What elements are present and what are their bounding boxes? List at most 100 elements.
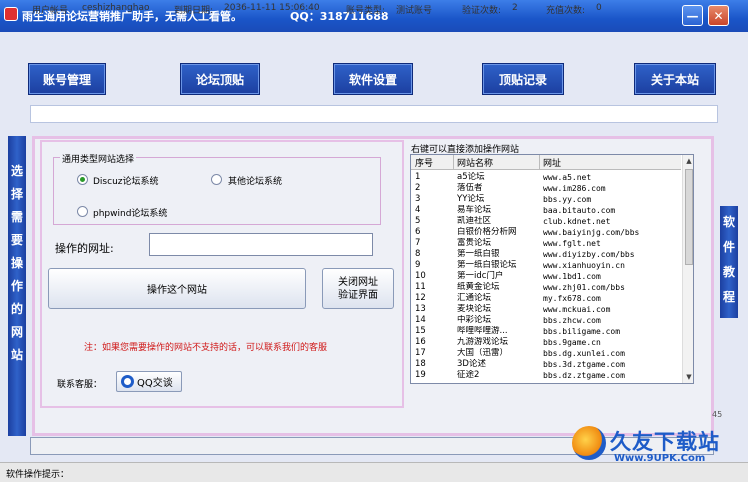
column-header-no[interactable]: 序号 — [415, 156, 433, 169]
table-row[interactable]: 18 3D论述 bbs.3d.ztgame.com — [411, 359, 681, 370]
account-type-label: 账号类型: — [346, 6, 386, 16]
row-site-url: www.mckuai.com — [543, 305, 611, 314]
recharge-count-label: 充值次数: — [546, 6, 586, 16]
row-site-url: www.baiyinjg.com/bbs — [543, 228, 640, 237]
qq-chat-label: QQ交谈 — [137, 378, 173, 389]
scroll-down-icon[interactable]: ▼ — [683, 371, 693, 383]
radio-phpwind-label[interactable]: phpwind论坛系统 — [93, 206, 167, 219]
close-url-verify-line2: 验证界面 — [338, 289, 378, 301]
row-no: 14 — [415, 315, 426, 325]
row-site-name: 九游游戏论坛 — [457, 337, 509, 347]
table-row[interactable]: 3 YY论坛 bbs.yy.com — [411, 194, 681, 205]
watermark-logo-icon — [572, 426, 606, 460]
row-site-url: www.1bd1.com — [543, 272, 601, 281]
nav-bump-records-button[interactable]: 顶贴记录 — [482, 63, 564, 95]
table-row[interactable]: 9 第一纸白银论坛 www.xianhuoyin.cn — [411, 260, 681, 271]
column-header-url[interactable]: 网址 — [543, 156, 561, 169]
radio-other[interactable] — [211, 174, 222, 185]
radio-discuz[interactable] — [77, 174, 88, 185]
support-note: 注：如果您需要操作的网站不支持的话，可以联系我们的客服 — [84, 343, 328, 353]
table-row[interactable]: 1 a5论坛 www.a5.net — [411, 172, 681, 183]
table-row[interactable]: 10 第一idc门户 www.1bd1.com — [411, 271, 681, 282]
row-site-url: bbs.zhcw.com — [543, 316, 601, 325]
row-no: 12 — [415, 293, 426, 303]
site-type-group-title: 通用类型网站选择 — [60, 152, 137, 165]
software-tutorial-side-label: 软件教程 — [722, 215, 735, 304]
row-no: 10 — [415, 271, 426, 281]
row-site-name: a5论坛 — [457, 172, 485, 182]
row-site-name: 富贵论坛 — [457, 238, 492, 248]
row-no: 7 — [415, 238, 421, 248]
scroll-up-icon[interactable]: ▲ — [683, 155, 693, 167]
row-site-name: 凯迪社区 — [457, 216, 492, 226]
row-site-name: 落伍者 — [457, 183, 483, 193]
table-row[interactable]: 5 凯迪社区 club.kdnet.net — [411, 216, 681, 227]
row-no: 15 — [415, 326, 426, 336]
nav-software-settings-button[interactable]: 软件设置 — [333, 63, 413, 95]
nav-account-manage-button[interactable]: 账号管理 — [28, 63, 106, 95]
radio-phpwind[interactable] — [77, 206, 88, 217]
table-row[interactable]: 11 纸黄金论坛 www.zhj01.com/bbs — [411, 282, 681, 293]
side-number: 45 — [712, 410, 723, 419]
row-site-url: bbs.3d.ztgame.com — [543, 360, 625, 369]
column-separator — [453, 155, 454, 170]
row-site-url: bbs.biligame.com — [543, 327, 621, 336]
radio-selected-icon — [80, 177, 85, 182]
row-no: 19 — [415, 370, 426, 380]
row-site-name: 易车论坛 — [457, 205, 492, 215]
verify-count-value: 2 — [512, 3, 518, 13]
column-separator — [539, 155, 540, 170]
table-row[interactable]: 8 第一纸白银 www.diyizby.com/bbs — [411, 249, 681, 260]
row-site-name: 第一纸白银 — [457, 249, 500, 259]
verify-count-label: 验证次数: — [462, 6, 502, 16]
scroll-thumb[interactable] — [685, 169, 693, 265]
close-url-verify-button[interactable]: 关闭网址 验证界面 — [322, 268, 394, 309]
select-site-side-label: 选择需要操作的网站 — [10, 164, 23, 362]
account-info-bar — [30, 105, 718, 123]
customer-service-label: 联系客服： — [57, 380, 103, 390]
row-site-name: 3D论述 — [457, 359, 486, 369]
account-type-value: 测试账号 — [396, 6, 433, 16]
row-site-name: 第一纸白银论坛 — [457, 260, 517, 270]
close-url-verify-line1: 关闭网址 — [338, 276, 378, 288]
table-row[interactable]: 13 麦块论坛 www.mckuai.com — [411, 304, 681, 315]
table-row[interactable]: 2 落伍者 www.im286.com — [411, 183, 681, 194]
row-no: 3 — [415, 194, 421, 204]
table-row[interactable]: 19 征途2 bbs.dz.ztgame.com — [411, 370, 681, 381]
qq-icon — [121, 375, 134, 388]
column-header-name[interactable]: 网站名称 — [457, 156, 493, 169]
table-row[interactable]: 7 富贵论坛 www.fglt.net — [411, 238, 681, 249]
row-site-url: www.im286.com — [543, 184, 606, 193]
row-no: 16 — [415, 337, 426, 347]
user-account-label: 用户帐号 — [32, 6, 69, 16]
row-site-name: 中彩论坛 — [457, 315, 492, 325]
nav-forum-bump-button[interactable]: 论坛顶贴 — [180, 63, 260, 95]
nav-about-button[interactable]: 关于本站 — [634, 63, 716, 95]
table-row[interactable]: 16 九游游戏论坛 bbs.9game.cn — [411, 337, 681, 348]
row-site-url: bbs.yy.com — [543, 195, 592, 204]
table-row[interactable]: 15 哔哩哔哩游... bbs.biligame.com — [411, 326, 681, 337]
site-list-scrollbar[interactable]: ▲ ▼ — [682, 155, 693, 383]
table-row[interactable]: 12 汇通论坛 my.fx678.com — [411, 293, 681, 304]
row-no: 2 — [415, 183, 421, 193]
url-input[interactable] — [149, 233, 373, 256]
table-row[interactable]: 17 大国（迅雷） bbs.dg.xunlei.com — [411, 348, 681, 359]
qq-chat-button[interactable]: QQ交谈 — [116, 371, 182, 392]
row-site-name: 哔哩哔哩游... — [457, 326, 508, 336]
url-label: 操作的网址: — [55, 242, 114, 255]
user-account-value: ceshizhanghao — [82, 3, 150, 13]
row-no: 11 — [415, 282, 426, 292]
table-row[interactable]: 4 易车论坛 baa.bitauto.com — [411, 205, 681, 216]
app-icon — [4, 7, 18, 21]
table-row[interactable]: 6 白银价格分析网 www.baiyinjg.com/bbs — [411, 227, 681, 238]
site-list[interactable]: 序号 网站名称 网址 1 a5论坛 www.a5.net 2 落伍者 www.im286.… — [410, 154, 694, 384]
radio-discuz-label[interactable]: Discuz论坛系统 — [93, 174, 159, 187]
close-button[interactable]: ✕ — [708, 5, 729, 26]
row-no: 17 — [415, 348, 426, 358]
operate-site-button[interactable]: 操作这个网站 — [48, 268, 306, 309]
row-no: 8 — [415, 249, 421, 259]
minimize-button[interactable]: — — [682, 5, 703, 26]
table-row[interactable]: 14 中彩论坛 bbs.zhcw.com — [411, 315, 681, 326]
radio-other-label[interactable]: 其他论坛系统 — [228, 174, 282, 187]
row-site-url: my.fx678.com — [543, 294, 601, 303]
